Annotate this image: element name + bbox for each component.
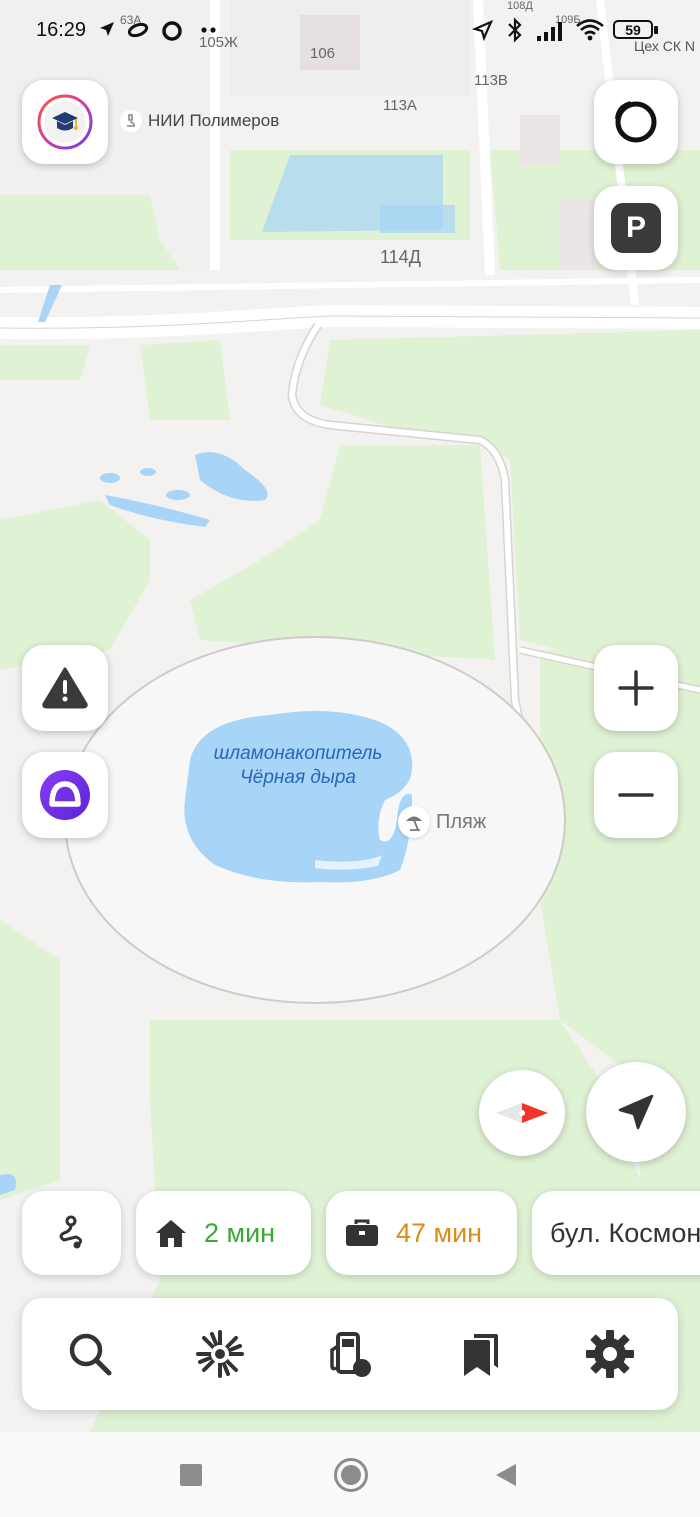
fuel-icon xyxy=(330,1332,371,1377)
system-navigation-bar xyxy=(0,1432,700,1517)
warning-icon xyxy=(42,667,88,709)
beach-label: Пляж xyxy=(436,810,487,833)
briefcase-icon xyxy=(346,1219,378,1246)
building-label: 114Д xyxy=(380,247,421,267)
bottom-toolbar xyxy=(22,1298,678,1410)
discovery-icon xyxy=(196,1330,244,1378)
home-shortcut-button[interactable]: 2 мин xyxy=(136,1191,311,1275)
route-icon xyxy=(59,1215,82,1249)
graduation-cap-icon xyxy=(37,94,93,150)
work-travel-time: 47 мин xyxy=(396,1217,483,1248)
lake-name-line2: Чёрная дыра xyxy=(240,767,356,788)
status-time: 16:29 xyxy=(36,19,87,41)
bookmarks-button[interactable] xyxy=(450,1324,510,1384)
plus-icon xyxy=(618,670,654,706)
road-event-button[interactable] xyxy=(22,645,108,731)
home-button[interactable] xyxy=(334,1458,368,1492)
home-travel-time: 2 мин xyxy=(204,1217,276,1248)
alice-top-button[interactable] xyxy=(594,80,678,164)
address-label: бул. Космонавтов xyxy=(550,1217,700,1248)
search-icon xyxy=(69,1333,112,1376)
alice-ring-icon xyxy=(615,101,657,143)
alice-icon xyxy=(40,770,90,820)
location-arrow-icon xyxy=(100,22,114,36)
parking-icon: P xyxy=(611,203,661,253)
battery-tip xyxy=(654,26,658,34)
battery-icon: 59 xyxy=(613,20,653,39)
location-icon xyxy=(472,19,494,41)
circle-icon xyxy=(162,21,182,41)
search-button[interactable] xyxy=(60,1324,120,1384)
status-bar: 16:29 59 xyxy=(0,0,700,64)
wifi-icon xyxy=(576,19,604,41)
compass-icon xyxy=(496,1103,548,1123)
zoom-in-button[interactable] xyxy=(594,645,678,731)
battery-level: 59 xyxy=(625,21,641,38)
bluetooth-icon xyxy=(508,17,522,43)
minus-icon xyxy=(618,793,654,797)
poi-beach[interactable]: Пляж xyxy=(398,806,486,838)
dots-icon xyxy=(201,27,216,33)
discovery-button[interactable] xyxy=(190,1324,250,1384)
alice-button[interactable] xyxy=(22,752,108,838)
microscope-icon xyxy=(120,110,142,132)
parking-button[interactable]: P xyxy=(594,186,678,270)
building-label: 113В xyxy=(474,72,508,89)
home-dot-icon xyxy=(341,1465,361,1485)
recents-button[interactable] xyxy=(180,1464,202,1486)
back-button[interactable] xyxy=(494,1462,518,1488)
cloud-icon xyxy=(127,22,149,38)
fuel-button[interactable] xyxy=(320,1324,380,1384)
work-shortcut-button[interactable]: 47 мин xyxy=(326,1191,517,1275)
profile-button[interactable] xyxy=(22,80,108,164)
navigation-arrow-icon xyxy=(618,1094,654,1130)
poi-label: НИИ Полимеров xyxy=(148,111,280,130)
route-shortcut-button[interactable] xyxy=(22,1191,121,1275)
settings-button[interactable] xyxy=(580,1324,640,1384)
lake-name[interactable]: шламонакопитель Чёрная дыра xyxy=(183,742,413,790)
poi-nii-polymers[interactable]: НИИ Полимеров xyxy=(120,110,279,132)
compass-button[interactable] xyxy=(479,1070,565,1156)
settings-icon xyxy=(586,1330,634,1378)
bookmarks-icon xyxy=(464,1334,498,1376)
parking-label: P xyxy=(625,211,646,244)
building-label: 113А xyxy=(383,97,417,114)
zoom-out-button[interactable] xyxy=(594,752,678,838)
lake-name-line1: шламонакопитель xyxy=(213,743,383,764)
my-location-button[interactable] xyxy=(586,1062,686,1162)
signal-icon xyxy=(537,22,562,41)
address-shortcut-button[interactable]: бул. Космонавтов xyxy=(532,1191,700,1275)
beach-umbrella-icon xyxy=(398,806,430,838)
home-icon xyxy=(156,1220,186,1247)
